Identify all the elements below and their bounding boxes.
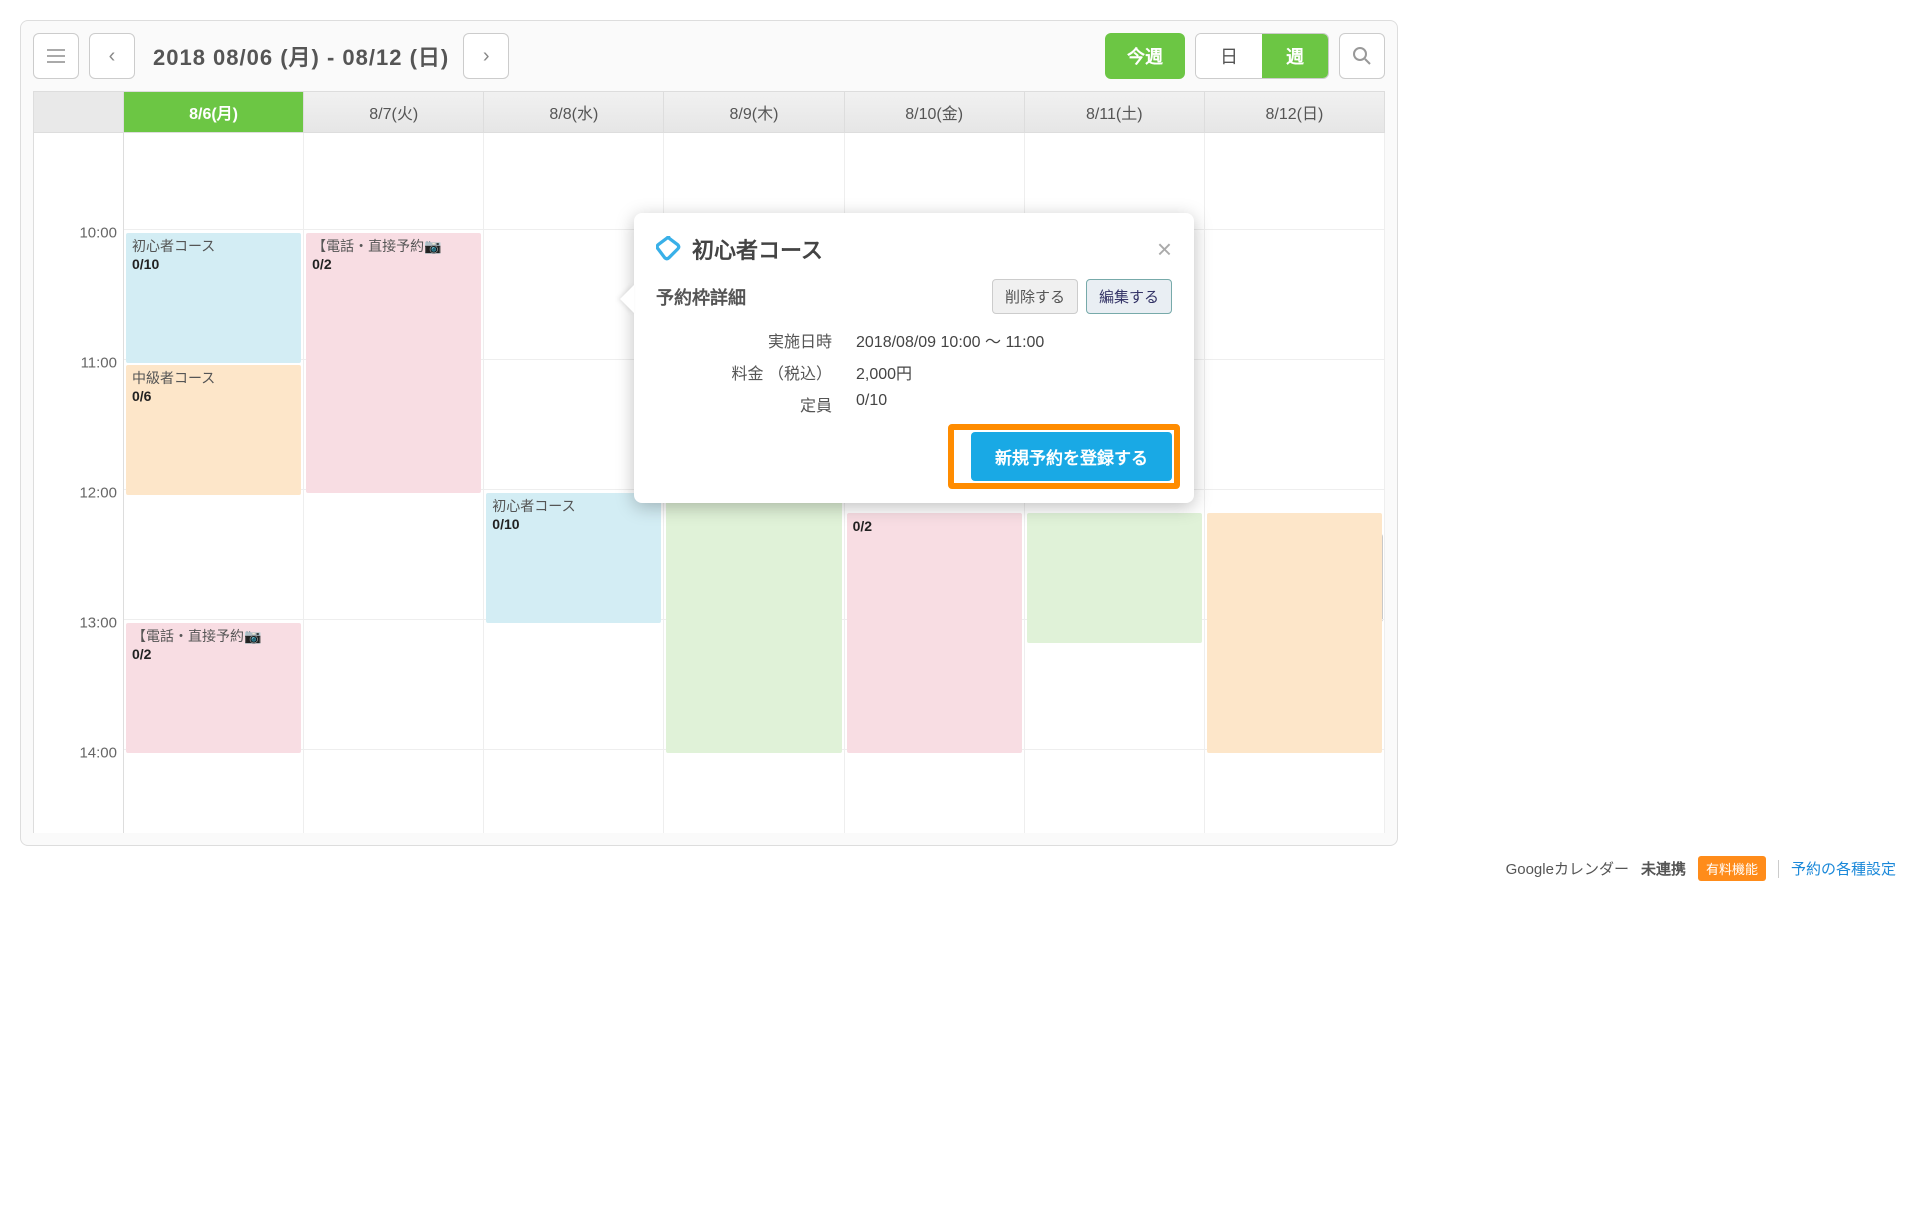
calendar-body: 10:00 11:00 12:00 13:00 14:00 初心者コース × 予約枠詳細…	[33, 133, 1385, 833]
day-header[interactable]: 8/10(金)	[845, 92, 1025, 133]
detail-value: 2,000円	[856, 360, 912, 384]
event-title: 初心者コース	[132, 237, 295, 255]
event-count: 0/2	[312, 255, 475, 273]
hamburger-icon	[47, 49, 65, 63]
popup-title: 初心者コース	[692, 233, 823, 265]
day-header[interactable]: 8/8(水)	[484, 92, 664, 133]
detail-value: 0/10	[856, 392, 887, 416]
prev-week-button[interactable]: ‹	[89, 33, 135, 79]
edit-button[interactable]: 編集する	[1086, 279, 1172, 314]
event-title: 【電話・直接予約📷	[312, 237, 475, 255]
popup-close-button[interactable]: ×	[1157, 234, 1172, 265]
calendar-event[interactable]: 中級者コース0/6	[126, 365, 301, 495]
close-icon: ×	[1157, 234, 1172, 264]
day-column[interactable]: 【電話・直接予約📷0/2	[304, 133, 484, 833]
delete-button[interactable]: 削除する	[992, 279, 1078, 314]
time-label: 14:00	[34, 745, 117, 762]
event-count: 0/10	[132, 255, 295, 273]
paid-feature-tag: 有料機能	[1698, 856, 1766, 881]
event-count: 0/6	[132, 387, 295, 405]
date-range-label: 2018 08/06 (月) - 08/12 (日)	[153, 40, 449, 72]
popup-details: 実施日時2018/08/09 10:00 ～ 11:00料金 （税込）2,000…	[656, 328, 1172, 416]
day-header[interactable]: 8/12(日)	[1205, 92, 1385, 133]
time-label: 10:00	[34, 225, 117, 242]
next-week-button[interactable]: ›	[463, 33, 509, 79]
event-count: 0/2	[853, 517, 1016, 535]
chevron-left-icon: ‹	[109, 45, 116, 68]
event-popup: 初心者コース × 予約枠詳細 削除する 編集する 実施日時2018/08/09 …	[634, 213, 1194, 503]
time-column-header	[34, 92, 124, 133]
detail-row: 料金 （税込）2,000円	[656, 360, 1172, 384]
event-title: 初心者コース	[492, 497, 655, 515]
gcal-status: 未連携	[1641, 858, 1686, 879]
time-column: 10:00 11:00 12:00 13:00 14:00	[34, 133, 124, 833]
chevron-right-icon: ›	[483, 45, 490, 68]
today-button[interactable]: 今週	[1105, 33, 1185, 79]
gcal-label: Googleカレンダー	[1506, 858, 1629, 879]
calendar-event[interactable]	[1027, 513, 1202, 643]
time-label: 11:00	[34, 355, 117, 372]
event-count: 0/2	[132, 645, 295, 663]
time-label: 13:00	[34, 615, 117, 632]
calendar-event[interactable]: 初心者コース0/10	[126, 233, 301, 363]
detail-row: 定員0/10	[656, 392, 1172, 416]
day-header[interactable]: 8/6(月)	[124, 92, 304, 133]
detail-label: 定員	[656, 392, 856, 416]
toolbar: ‹ 2018 08/06 (月) - 08/12 (日) › 今週 日 週	[33, 33, 1385, 79]
detail-label: 実施日時	[656, 328, 856, 352]
reservation-settings-link[interactable]: 予約の各種設定	[1791, 858, 1896, 879]
day-column[interactable]	[1205, 133, 1385, 833]
search-icon	[1352, 46, 1372, 66]
calendar-header: 8/6(月)8/7(火)8/8(水)8/9(木)8/10(金)8/11(土)8/…	[33, 91, 1385, 133]
detail-label: 料金 （税込）	[656, 360, 856, 384]
calendar-event[interactable]: 0/2	[847, 513, 1022, 753]
view-toggle: 日 週	[1195, 33, 1329, 79]
calendar-event[interactable]: 【電話・直接予約📷0/2	[126, 623, 301, 753]
day-header[interactable]: 8/7(火)	[304, 92, 484, 133]
divider	[1778, 860, 1779, 878]
calendar-app: ‹ 2018 08/06 (月) - 08/12 (日) › 今週 日 週 8/…	[20, 20, 1398, 846]
register-reservation-button[interactable]: 新規予約を登録する	[971, 432, 1172, 481]
day-header[interactable]: 8/11(土)	[1025, 92, 1205, 133]
calendar-event[interactable]: 初心者コース0/10	[486, 493, 661, 623]
view-week-button[interactable]: 週	[1262, 34, 1328, 78]
detail-row: 実施日時2018/08/09 10:00 ～ 11:00	[656, 328, 1172, 352]
calendar-event[interactable]: 【電話・直接予約📷0/2	[306, 233, 481, 493]
search-button[interactable]	[1339, 33, 1385, 79]
popup-arrow	[620, 285, 634, 313]
detail-value: 2018/08/09 10:00 ～ 11:00	[856, 328, 1044, 352]
footer-bar: Googleカレンダー 未連携 有料機能 予約の各種設定	[20, 856, 1900, 881]
course-badge-icon	[656, 236, 682, 262]
day-header[interactable]: 8/9(木)	[664, 92, 844, 133]
event-count: 0/10	[492, 515, 655, 533]
menu-button[interactable]	[33, 33, 79, 79]
day-column[interactable]: 初心者コース0/10中級者コース0/6【電話・直接予約📷0/2	[124, 133, 304, 833]
event-title: 【電話・直接予約📷	[132, 627, 295, 645]
calendar-event[interactable]	[1207, 513, 1382, 753]
time-label: 12:00	[34, 485, 117, 502]
event-title: 中級者コース	[132, 369, 295, 387]
popup-section-label: 予約枠詳細	[656, 284, 746, 310]
view-day-button[interactable]: 日	[1196, 34, 1262, 78]
